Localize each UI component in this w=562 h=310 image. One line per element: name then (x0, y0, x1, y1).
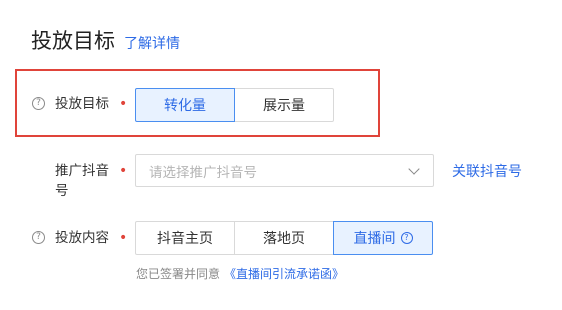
content-option-label: 落地页 (263, 231, 305, 247)
content-option-landing-page[interactable]: 落地页 (234, 221, 334, 255)
required-mark: • (119, 163, 128, 179)
goal-option-conversion[interactable]: 转化量 (135, 88, 235, 122)
required-mark: • (119, 96, 128, 112)
agreement-link[interactable]: 《直播间引流承诺函》 (224, 267, 344, 281)
link-douyin-account-link[interactable]: 关联抖音号 (452, 161, 522, 181)
content-segmented-control: 抖音主页 落地页 直播间 ? (135, 221, 433, 255)
content-option-live-room[interactable]: 直播间 ? (333, 221, 433, 255)
goal-option-label: 转化量 (164, 98, 206, 114)
goal-label: 投放目标 (55, 96, 109, 112)
page: 投放目标 了解详情 ? 投放目标 • 转化量 展示量 推广抖音 号 • 请选择推… (0, 0, 562, 310)
select-placeholder: 请选择推广抖音号 (149, 164, 257, 181)
douyin-account-select[interactable]: 请选择推广抖音号 (135, 154, 434, 187)
question-circle-icon[interactable]: ? (400, 232, 413, 244)
goal-option-label: 展示量 (263, 98, 305, 114)
learn-more-link[interactable]: 了解详情 (124, 33, 180, 53)
question-circle-icon[interactable]: ? (32, 97, 45, 110)
content-option-homepage[interactable]: 抖音主页 (135, 221, 235, 255)
goal-option-impressions[interactable]: 展示量 (234, 88, 334, 122)
header: 投放目标 了解详情 (31, 25, 180, 55)
content-label: 投放内容 (55, 230, 109, 246)
content-option-label: 抖音主页 (157, 231, 213, 247)
goal-segmented-control: 转化量 展示量 (135, 88, 334, 122)
content-option-label: 直播间 (353, 231, 396, 247)
page-title: 投放目标 (31, 29, 115, 53)
agreement-prefix: 您已签署并同意 (136, 267, 221, 281)
account-label-line2: 号 (55, 183, 69, 199)
account-label-line1: 推广抖音 (55, 163, 109, 179)
required-mark: • (119, 230, 128, 246)
chevron-down-icon (408, 163, 420, 175)
agreement-text: 您已签署并同意 《直播间引流承诺函》 (136, 265, 344, 282)
question-circle-icon[interactable]: ? (32, 231, 45, 244)
